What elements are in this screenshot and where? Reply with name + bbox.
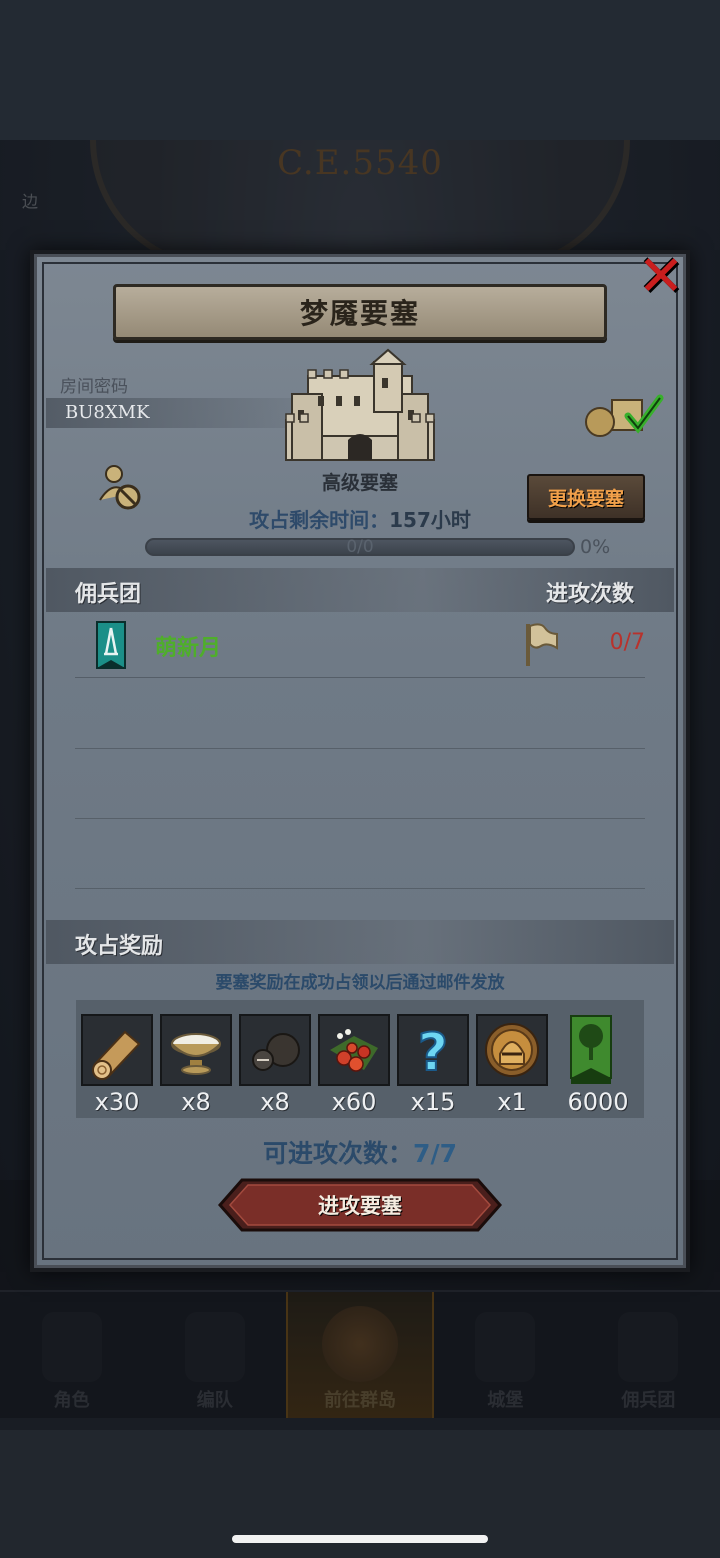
attack-fortress-label: 进攻要塞 [318,1194,402,1218]
attacks-available: 可进攻次数：7/7 [0,1134,720,1170]
reward-slot [318,1014,390,1086]
reward-slot [555,1014,627,1086]
attacks-available-value: 7/7 [413,1139,457,1168]
reward-item[interactable] [318,1014,390,1086]
reward-slot [160,1014,232,1086]
svg-text:?: ? [418,1023,448,1080]
reward-item[interactable]: ? [397,1014,469,1086]
reward-quantity: x30 [94,1088,140,1116]
empty-row-divider [75,888,645,889]
top-bar [0,0,720,140]
fortress-icon [285,348,435,461]
remaining-unit: 小时 [430,508,471,532]
home-indicator[interactable] [232,1535,488,1543]
guild-banner-tree-icon [570,1015,612,1084]
mercenary-attack-count: 0/7 [609,630,645,655]
supplies-check-icon[interactable] [584,392,664,438]
remaining-value: 157 [389,508,431,532]
reward-quantity: x60 [331,1088,377,1116]
remaining-label: 攻占剩余时间： [249,508,390,532]
rewards-section-title: 攻占奖励 [75,934,164,959]
guild-banner-icon [96,621,126,669]
reward-slot [239,1014,311,1086]
progress-percent: 0% [580,536,611,558]
reward-quantity: x1 [497,1088,527,1116]
attacks-available-label: 可进攻次数： [263,1139,414,1168]
reward-item[interactable] [81,1014,153,1086]
rewards-note: 要塞奖励在成功占领以后通过邮件发放 [215,973,505,993]
reward-slot [81,1014,153,1086]
mystery-question-icon: ? [417,1022,449,1080]
attack-count-header: 进攻次数 [546,582,635,607]
remaining-time: 攻占剩余时间：157小时 [0,504,720,533]
golden-helmet-icon [485,1023,539,1077]
room-code[interactable]: BU8XMK [65,402,150,423]
room-code-label: 房间密码 [60,377,128,397]
mercenary-name: 萌新月 [155,636,222,661]
progress-text: 0/0 [346,537,374,557]
reward-quantity: 6000 [567,1088,629,1116]
reward-item[interactable] [160,1014,232,1086]
empty-row-divider [75,748,645,749]
fortress-name: 高级要塞 [321,472,398,494]
reward-item[interactable] [239,1014,311,1086]
wood-log-icon [92,1030,141,1080]
close-button[interactable]: ✕ [632,248,690,306]
truffle-icon [252,1033,300,1071]
reward-slot: ? [397,1014,469,1086]
close-icon: ✕ [637,244,685,309]
title-plate: 梦魇要塞 [113,284,607,340]
reward-quantity: x8 [260,1088,290,1116]
berries-icon [330,1029,378,1072]
reward-quantity: x15 [410,1088,456,1116]
flag-icon [526,623,558,666]
empty-row-divider [75,818,645,819]
reward-quantity: x8 [181,1088,211,1116]
mercenary-row[interactable]: 萌新月 0/7 [75,612,645,678]
modal-title: 梦魇要塞 [299,297,420,330]
milk-bowl-icon [171,1033,221,1075]
reward-item[interactable] [476,1014,548,1086]
reward-slot [476,1014,548,1086]
reward-item[interactable] [555,1014,627,1086]
attack-fortress-button[interactable]: 进攻要塞 [218,1178,502,1232]
mercenary-section-title: 佣兵团 [75,582,142,607]
